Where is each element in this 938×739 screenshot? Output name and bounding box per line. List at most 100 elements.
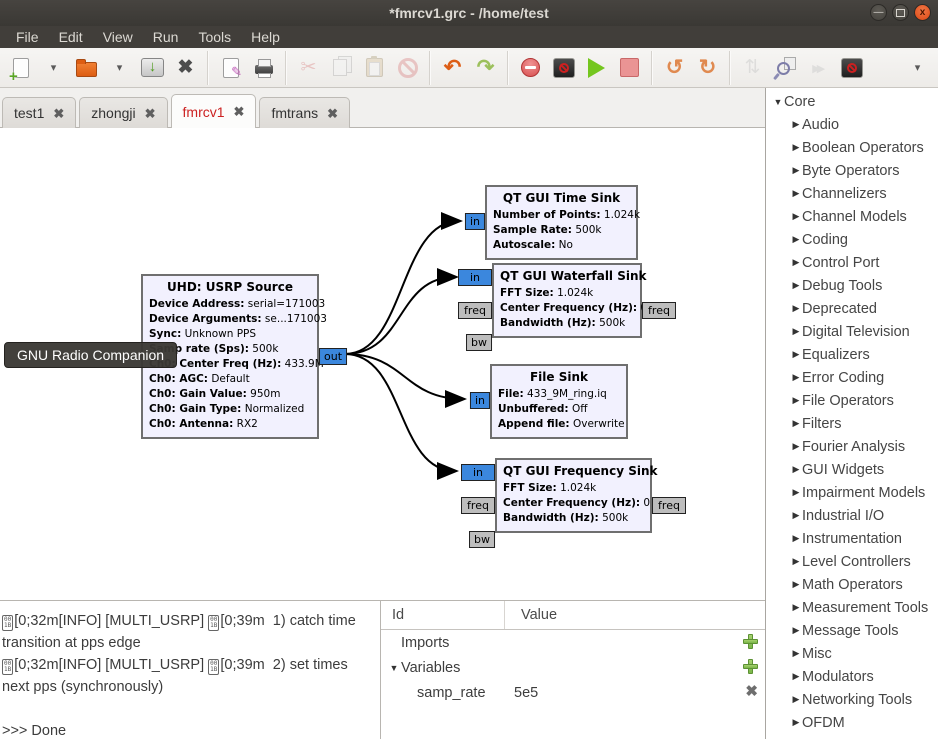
tree-category-debug-tools[interactable]: ▶Debug Tools (766, 274, 938, 297)
variable-row-samp_rate[interactable]: samp_rate5e5✖ (381, 680, 765, 705)
maximize-icon[interactable] (892, 4, 909, 21)
expand-triangle-icon[interactable]: ▶ (790, 395, 802, 406)
close-tab-icon[interactable]: ✖ (327, 107, 338, 120)
tree-category-file-operators[interactable]: ▶File Operators (766, 389, 938, 412)
expand-triangle-icon[interactable]: ▶ (790, 418, 802, 429)
frequency-sink-block[interactable]: QT GUI Frequency SinkFFT Size: 1.024kCen… (495, 458, 652, 533)
message-port-bw[interactable]: bw (466, 334, 492, 351)
stream-in-port[interactable]: in (470, 392, 490, 409)
tab-zhongji[interactable]: zhongji✖ (79, 97, 167, 128)
message-port-freq[interactable]: freq (642, 302, 676, 319)
tab-fmtrans[interactable]: fmtrans✖ (259, 97, 350, 128)
stream-in-port[interactable]: in (461, 464, 495, 481)
tree-category-message-tools[interactable]: ▶Message Tools (766, 619, 938, 642)
tree-category-deprecated[interactable]: ▶Deprecated (766, 297, 938, 320)
tree-category-filters[interactable]: ▶Filters (766, 412, 938, 435)
find-block-icon[interactable] (772, 54, 799, 82)
paste-icon[interactable] (361, 54, 388, 82)
expand-triangle-icon[interactable]: ▶ (790, 372, 802, 383)
tree-category-core[interactable]: ▼Core (766, 90, 938, 113)
close-icon[interactable]: x (914, 4, 931, 21)
open-file-dropdown[interactable]: ▾ (106, 54, 133, 82)
time-sink-block[interactable]: QT GUI Time SinkNumber of Points: 1.024k… (485, 185, 638, 260)
tree-category-channel-models[interactable]: ▶Channel Models (766, 205, 938, 228)
message-port-bw[interactable]: bw (469, 531, 495, 548)
expand-triangle-icon[interactable]: ▶ (790, 188, 802, 199)
redo-icon[interactable]: ↷ (472, 54, 499, 82)
new-file-dropdown[interactable]: ▾ (40, 54, 67, 82)
tree-category-coding[interactable]: ▶Coding (766, 228, 938, 251)
expand-triangle-icon[interactable]: ▶ (790, 257, 802, 268)
expand-triangle-icon[interactable]: ▶ (790, 625, 802, 636)
expand-triangle-icon[interactable]: ▶ (790, 211, 802, 222)
collapse-triangle-icon[interactable]: ▼ (772, 97, 784, 107)
tree-category-boolean-operators[interactable]: ▶Boolean Operators (766, 136, 938, 159)
expand-triangle-icon[interactable]: ▶ (790, 556, 802, 567)
tree-category-audio[interactable]: ▶Audio (766, 113, 938, 136)
minimize-icon[interactable]: — (870, 4, 887, 21)
waterfall-sink-block[interactable]: QT GUI Waterfall SinkFFT Size: 1.024kCen… (492, 263, 642, 338)
close-tab-icon[interactable]: ✖ (172, 54, 199, 82)
expand-triangle-icon[interactable]: ▶ (790, 280, 802, 291)
variables-panel[interactable]: Id Value Imports▼Variablessamp_rate5e5✖ (380, 601, 765, 739)
tree-category-control-port[interactable]: ▶Control Port (766, 251, 938, 274)
variable-row-variables[interactable]: ▼Variables (381, 655, 765, 680)
tree-category-error-coding[interactable]: ▶Error Coding (766, 366, 938, 389)
tree-category-gui-widgets[interactable]: ▶GUI Widgets (766, 458, 938, 481)
tree-category-ofdm[interactable]: ▶OFDM (766, 711, 938, 734)
execute-icon[interactable] (583, 54, 610, 82)
expand-triangle-icon[interactable]: ▶ (790, 165, 802, 176)
open-file-icon[interactable] (73, 54, 100, 82)
expand-triangle-icon[interactable]: ▶ (790, 487, 802, 498)
expand-triangle-icon[interactable]: ▶ (790, 694, 802, 705)
message-port-freq[interactable]: freq (461, 497, 495, 514)
tab-test1[interactable]: test1✖ (2, 97, 76, 128)
add-icon[interactable] (743, 659, 758, 678)
stream-out-port[interactable]: out (319, 348, 347, 365)
expand-triangle-icon[interactable]: ▶ (790, 464, 802, 475)
tree-category-equalizers[interactable]: ▶Equalizers (766, 343, 938, 366)
print-icon[interactable] (250, 54, 277, 82)
stream-in-port[interactable]: in (465, 213, 485, 230)
file-sink-block[interactable]: File SinkFile: 433_9M_ring.iqUnbuffered:… (490, 364, 628, 439)
tree-category-level-controllers[interactable]: ▶Level Controllers (766, 550, 938, 573)
expand-triangle-icon[interactable]: ▶ (790, 326, 802, 337)
delete-icon[interactable] (394, 54, 421, 82)
expand-triangle-icon[interactable]: ▶ (790, 119, 802, 130)
tree-category-channelizers[interactable]: ▶Channelizers (766, 182, 938, 205)
menu-run[interactable]: Run (143, 29, 189, 45)
rotate-ccw-icon[interactable]: ↺ (661, 54, 688, 82)
tab-fmrcv1[interactable]: fmrcv1✖ (171, 94, 257, 128)
menu-help[interactable]: Help (241, 29, 290, 45)
flowgraph-canvas[interactable]: GNU Radio Companion UHD: USRP SourceDevi… (0, 128, 765, 600)
expand-triangle-icon[interactable]: ▶ (790, 349, 802, 360)
new-file-icon[interactable]: + (7, 54, 34, 82)
add-icon[interactable] (743, 634, 758, 653)
tree-category-fourier-analysis[interactable]: ▶Fourier Analysis (766, 435, 938, 458)
expand-triangle-icon[interactable]: ▶ (790, 303, 802, 314)
tree-category-misc[interactable]: ▶Misc (766, 642, 938, 665)
expand-triangle-icon[interactable]: ▶ (790, 441, 802, 452)
tree-category-networking-tools[interactable]: ▶Networking Tools (766, 688, 938, 711)
menu-view[interactable]: View (93, 29, 143, 45)
toolbar-overflow-icon[interactable]: ▾ (904, 54, 931, 82)
expand-triangle-icon[interactable]: ▶ (790, 648, 802, 659)
menu-edit[interactable]: Edit (49, 29, 93, 45)
screen-capture-icon[interactable]: ✎ (217, 54, 244, 82)
close-tab-icon[interactable]: ✖ (145, 107, 156, 120)
block-library-sidebar[interactable]: ▼Core▶Audio▶Boolean Operators▶Byte Opera… (765, 88, 938, 739)
tree-category-industrial-i-o[interactable]: ▶Industrial I/O (766, 504, 938, 527)
reload-icon[interactable]: ⇅ (739, 54, 766, 82)
tree-category-packet-operators[interactable]: ▶Packet Operators (766, 734, 938, 739)
expand-triangle-icon[interactable]: ▶ (790, 234, 802, 245)
menu-file[interactable]: File (6, 29, 49, 45)
variable-row-imports[interactable]: Imports (381, 630, 765, 655)
remove-icon[interactable]: ✖ (745, 684, 758, 700)
tree-category-byte-operators[interactable]: ▶Byte Operators (766, 159, 938, 182)
rotate-cw-icon[interactable]: ↻ (694, 54, 721, 82)
expand-triangle-icon[interactable]: ▶ (790, 142, 802, 153)
flowgraph-errors-icon[interactable] (838, 54, 865, 82)
message-port-freq[interactable]: freq (652, 497, 686, 514)
expand-triangle-icon[interactable]: ▶ (790, 579, 802, 590)
save-icon[interactable]: ↓ (139, 54, 166, 82)
